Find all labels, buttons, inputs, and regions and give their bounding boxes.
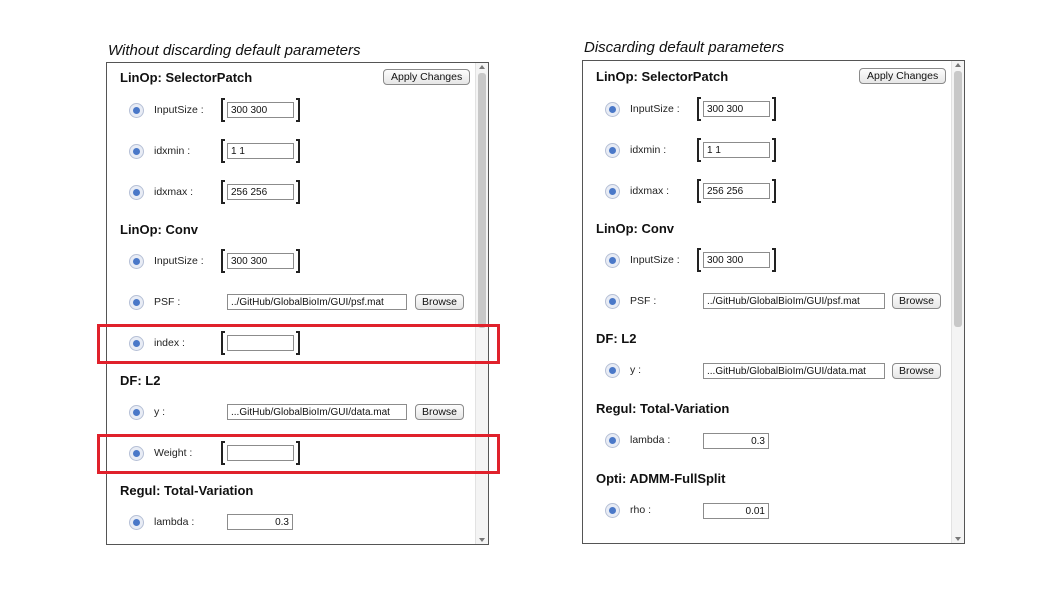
right-scrollbar-thumb[interactable] (954, 71, 962, 327)
left-bracket-icon (221, 98, 225, 122)
inputsize-field[interactable] (227, 102, 294, 118)
right-bracket-icon (772, 248, 776, 272)
scroll-up-arrow-icon[interactable] (479, 65, 485, 69)
scroll-down-arrow-icon[interactable] (479, 538, 485, 542)
right-bracket-icon (296, 180, 300, 204)
psf-path-field[interactable] (227, 294, 407, 310)
y-path-field[interactable] (227, 404, 407, 420)
param-label-inputsize: InputSize : (630, 254, 680, 266)
left-bracket-icon (221, 139, 225, 163)
info-icon[interactable] (605, 363, 620, 378)
info-icon[interactable] (129, 295, 144, 310)
psf-path-field[interactable] (703, 293, 885, 309)
info-icon[interactable] (605, 253, 620, 268)
info-icon[interactable] (129, 103, 144, 118)
apply-changes-button[interactable]: Apply Changes (859, 68, 947, 84)
info-icon[interactable] (605, 102, 620, 117)
section-title-df-l2: DF: L2 (596, 331, 637, 346)
info-icon[interactable] (605, 184, 620, 199)
param-label-idxmax: idxmax : (630, 185, 670, 197)
left-scrollbar-thumb[interactable] (478, 73, 486, 328)
section-title-df-l2: DF: L2 (120, 373, 161, 388)
param-label-lambda: lambda : (154, 516, 195, 528)
scroll-up-arrow-icon[interactable] (955, 63, 961, 67)
param-label-inputsize: InputSize : (630, 103, 680, 115)
info-icon[interactable] (605, 143, 620, 158)
section-title-linop-conv: LinOp: Conv (120, 222, 198, 237)
info-icon[interactable] (129, 405, 144, 420)
inputsize-field[interactable] (703, 101, 770, 117)
right-bracket-icon (772, 138, 776, 162)
idxmin-field[interactable] (227, 143, 294, 159)
right-bracket-icon (772, 97, 776, 121)
info-icon[interactable] (605, 503, 620, 518)
section-title-opti-admm-fullsplit: Opti: ADMM-FullSplit (596, 471, 726, 486)
idxmax-field[interactable] (227, 184, 294, 200)
section-title-regul-total-variation: Regul: Total-Variation (596, 401, 730, 416)
lambda-field[interactable] (703, 433, 769, 449)
left-bracket-icon (697, 179, 701, 203)
left-caption: Without discarding default parameters (108, 42, 361, 59)
section-title-linop-selectorpatch: LinOp: SelectorPatch (596, 69, 729, 84)
param-label-psf: PSF : (154, 296, 181, 308)
idxmin-field[interactable] (703, 142, 770, 158)
scroll-down-arrow-icon[interactable] (955, 537, 961, 541)
info-icon[interactable] (605, 433, 620, 448)
psf-browse-button[interactable]: Browse (415, 294, 464, 310)
param-label-rho: rho : (630, 504, 652, 516)
y-browse-button[interactable]: Browse (415, 404, 464, 420)
section-title-linop-selectorpatch: LinOp: SelectorPatch (120, 70, 253, 85)
right-parameter-panel: LinOp: SelectorPatch Apply Changes Input… (582, 60, 965, 544)
idxmax-field[interactable] (703, 183, 770, 199)
left-bracket-icon (697, 138, 701, 162)
highlight-box-weight (97, 434, 500, 474)
apply-changes-button[interactable]: Apply Changes (383, 69, 471, 85)
param-label-idxmax: idxmax : (154, 186, 194, 198)
y-browse-button[interactable]: Browse (892, 363, 941, 379)
param-label-y: y : (630, 364, 642, 376)
left-bracket-icon (221, 249, 225, 273)
info-icon[interactable] (605, 294, 620, 309)
param-label-psf: PSF : (630, 295, 657, 307)
right-bracket-icon (296, 139, 300, 163)
rho-field[interactable] (703, 503, 769, 519)
right-scrollbar[interactable] (951, 61, 964, 543)
info-icon[interactable] (129, 185, 144, 200)
info-icon[interactable] (129, 515, 144, 530)
param-label-idxmin: idxmin : (630, 144, 667, 156)
left-bracket-icon (697, 97, 701, 121)
inputsize-field[interactable] (703, 252, 770, 268)
y-path-field[interactable] (703, 363, 885, 379)
section-title-regul-total-variation: Regul: Total-Variation (120, 483, 254, 498)
psf-browse-button[interactable]: Browse (892, 293, 941, 309)
param-label-idxmin: idxmin : (154, 145, 191, 157)
right-bracket-icon (296, 249, 300, 273)
section-title-linop-conv: LinOp: Conv (596, 221, 674, 236)
param-label-inputsize: InputSize : (154, 255, 204, 267)
inputsize-field[interactable] (227, 253, 294, 269)
lambda-field[interactable] (227, 514, 293, 530)
right-caption: Discarding default parameters (584, 39, 785, 56)
right-bracket-icon (772, 179, 776, 203)
left-bracket-icon (221, 180, 225, 204)
info-icon[interactable] (129, 254, 144, 269)
param-label-y: y : (154, 406, 166, 418)
left-bracket-icon (697, 248, 701, 272)
param-label-lambda: lambda : (630, 434, 671, 446)
info-icon[interactable] (129, 144, 144, 159)
param-label-inputsize: InputSize : (154, 104, 204, 116)
right-bracket-icon (296, 98, 300, 122)
highlight-box-index (97, 324, 500, 364)
